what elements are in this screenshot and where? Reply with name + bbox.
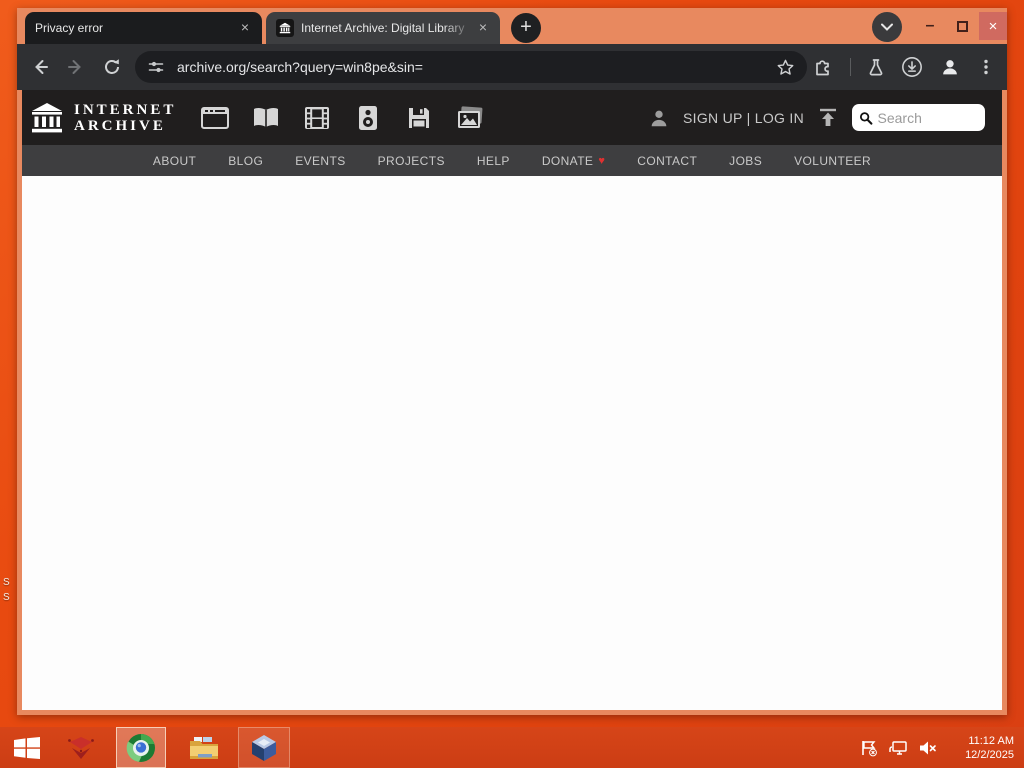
nav-jobs[interactable]: JOBS <box>729 154 762 168</box>
nav-about[interactable]: ABOUT <box>153 154 196 168</box>
nav-donate-label: DONATE <box>541 153 594 168</box>
software-icon[interactable] <box>404 106 434 130</box>
page-content-blank <box>22 176 1002 710</box>
red-app-icon[interactable] <box>60 727 102 768</box>
desktop-icon-label-fragment: S <box>3 592 10 603</box>
profile-avatar-icon[interactable] <box>939 56 961 78</box>
donate-heart-icon: ♥ <box>598 154 606 167</box>
minimize-button[interactable]: – <box>913 12 947 40</box>
maximize-icon <box>956 20 968 32</box>
new-tab-button[interactable]: + <box>511 13 541 43</box>
tab-search-button[interactable] <box>872 12 902 42</box>
tab-privacy-error[interactable]: Privacy error × <box>25 12 262 44</box>
header-right-cluster: SIGN UP | LOG IN <box>648 104 985 131</box>
site-info-icon[interactable] <box>147 58 165 76</box>
action-center-flag-icon[interactable] <box>860 739 878 757</box>
maximize-button[interactable] <box>947 12 977 40</box>
clock-date: 12/2/2025 <box>965 748 1014 761</box>
tab-close-icon[interactable]: × <box>236 19 254 37</box>
clock-time: 11:12 AM <box>968 734 1014 747</box>
taskbar-clock[interactable]: 11:12 AM 12/2/2025 <box>965 727 1014 768</box>
nav-volunteer[interactable]: VOLUNTEER <box>794 154 871 168</box>
ia-nav-bar: ABOUT BLOG EVENTS PROJECTS HELP DONATE ♥ … <box>22 145 1002 176</box>
downloads-icon[interactable] <box>901 56 923 78</box>
wordmark-line-1: INTERNET <box>74 101 177 118</box>
reload-button[interactable] <box>101 56 123 78</box>
chrome-browser-taskbar-button[interactable] <box>116 727 166 768</box>
wordmark-line-2: ARCHIVE <box>74 117 166 134</box>
audio-icon[interactable] <box>353 105 383 131</box>
windows-logo-icon <box>14 736 40 759</box>
internet-archive-favicon <box>276 19 294 37</box>
bookmark-star-icon[interactable] <box>776 58 795 77</box>
ia-search-input[interactable] <box>877 109 978 126</box>
tab-title: Privacy error <box>35 21 104 35</box>
experiments-beaker-icon[interactable] <box>865 56 887 78</box>
network-status-icon[interactable] <box>888 739 908 757</box>
tab-close-icon[interactable]: × <box>474 19 492 37</box>
search-icon <box>859 111 873 125</box>
web-icon[interactable] <box>200 106 230 129</box>
desktop: S S Privacy error × Internet Archive: Di… <box>0 0 1024 768</box>
browser-toolbar: archive.org/search?query=win8pe&sin= <box>17 44 1007 90</box>
texts-icon[interactable] <box>251 107 281 129</box>
forward-button[interactable] <box>65 56 87 78</box>
address-bar[interactable]: archive.org/search?query=win8pe&sin= <box>135 51 807 83</box>
chevron-down-icon <box>881 23 893 31</box>
nav-events[interactable]: EVENTS <box>295 154 345 168</box>
url-text: archive.org/search?query=win8pe&sin= <box>177 59 423 75</box>
start-button[interactable] <box>6 727 48 768</box>
close-window-button[interactable]: × <box>979 12 1007 40</box>
volume-muted-icon[interactable] <box>918 739 938 757</box>
desktop-icon-label-fragment: S <box>3 577 10 588</box>
tab-title: Internet Archive: Digital Library <box>301 21 465 35</box>
browser-window: Privacy error × Internet Archive: Digita… <box>17 8 1007 715</box>
system-tray <box>860 727 938 768</box>
nav-donate[interactable]: DONATE ♥ <box>542 154 605 168</box>
user-icon <box>651 110 667 126</box>
web-page: INTERNET ARCHIVE SIGN UP | LOG IN Search… <box>22 90 1002 710</box>
taskbar: 11:12 AM 12/2/2025 <box>0 727 1024 768</box>
nav-projects[interactable]: PROJECTS <box>378 154 445 168</box>
internet-archive-header: INTERNET ARCHIVE SIGN UP | LOG IN Search <box>22 90 1002 145</box>
ia-search-box <box>852 104 985 131</box>
media-type-icons <box>200 105 485 131</box>
tab-strip: Privacy error × Internet Archive: Digita… <box>17 8 1007 44</box>
signup-login-link[interactable]: SIGN UP | LOG IN <box>683 110 804 126</box>
file-explorer-icon[interactable] <box>182 727 226 768</box>
nav-contact[interactable]: CONTACT <box>637 154 697 168</box>
upload-icon[interactable] <box>817 108 839 128</box>
video-icon[interactable] <box>302 106 332 130</box>
nav-help[interactable]: HELP <box>477 154 510 168</box>
nav-blog[interactable]: BLOG <box>228 154 263 168</box>
browser-menu-icon[interactable] <box>975 56 997 78</box>
images-icon[interactable] <box>455 105 485 130</box>
internet-archive-building-icon <box>32 102 62 132</box>
tab-internet-archive[interactable]: Internet Archive: Digital Library × <box>266 12 500 44</box>
chrome-icon <box>126 733 155 762</box>
virtualbox-icon[interactable] <box>238 727 290 768</box>
internet-archive-logo[interactable]: INTERNET ARCHIVE <box>30 102 176 134</box>
extensions-icon[interactable] <box>812 56 834 78</box>
back-button[interactable] <box>29 56 51 78</box>
toolbar-separator <box>850 58 851 76</box>
